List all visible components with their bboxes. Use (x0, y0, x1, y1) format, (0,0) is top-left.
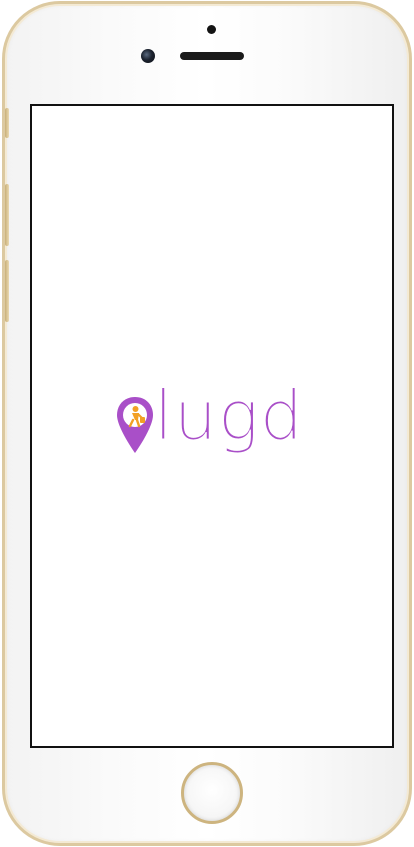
front-camera (141, 49, 155, 63)
home-button[interactable] (181, 762, 243, 824)
splash-logo: lugd (114, 382, 304, 457)
app-screen: lugd (30, 104, 394, 748)
volume-down-button[interactable] (5, 260, 9, 322)
volume-up-button[interactable] (5, 184, 9, 246)
proximity-sensor (207, 25, 216, 34)
mute-switch[interactable] (5, 108, 9, 138)
map-pin-person-icon (117, 397, 153, 453)
app-wordmark: lugd (154, 377, 304, 456)
phone-frame: lugd (2, 1, 412, 846)
earpiece-speaker (180, 52, 244, 60)
